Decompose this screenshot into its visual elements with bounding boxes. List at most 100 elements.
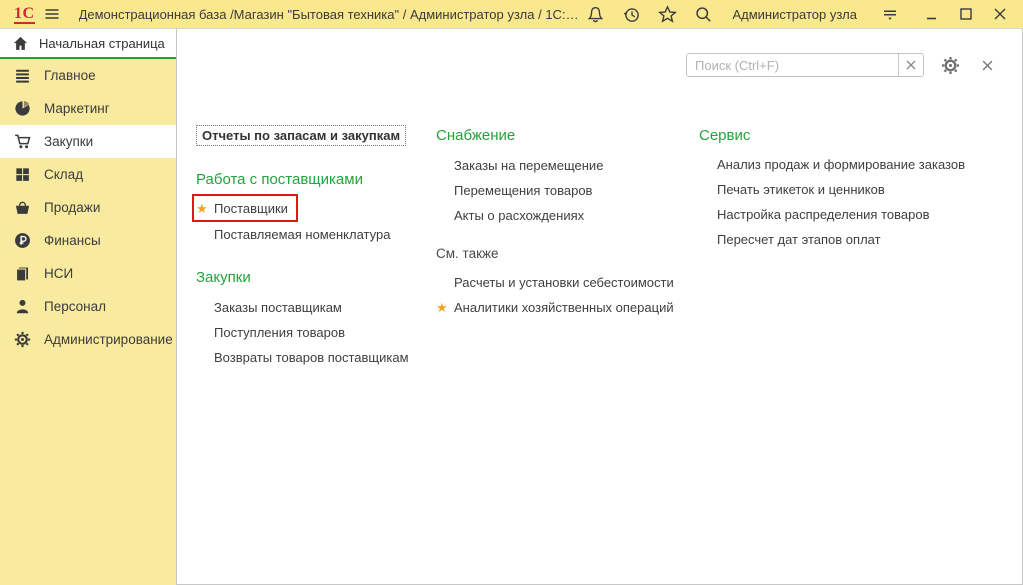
sidebar-item-administrirovanie[interactable]: Администрирование bbox=[0, 323, 176, 356]
sidebar-item-label: Финансы bbox=[44, 233, 101, 248]
minimize-button[interactable] bbox=[919, 2, 945, 26]
close-icon bbox=[992, 6, 1008, 22]
command-link-postupleniya-tovarov[interactable]: Поступления товаров bbox=[196, 320, 434, 345]
home-icon bbox=[12, 35, 29, 52]
window-title: Демонстрационная база /Магазин "Бытовая … bbox=[79, 7, 583, 22]
sidebar-item-label: Администрирование bbox=[44, 332, 173, 347]
command-link-pereschet-dat[interactable]: Пересчет дат этапов оплат bbox=[699, 227, 1023, 252]
service-settings-button[interactable] bbox=[877, 2, 903, 26]
panel-close-button[interactable] bbox=[976, 54, 998, 76]
command-link-postavlyaemaya-nomenklatura[interactable]: Поставляемая номенклатура bbox=[196, 222, 434, 247]
command-link-nastroyka-raspredeleniya[interactable]: Настройка распределения товаров bbox=[699, 202, 1023, 227]
command-label: Пересчет дат этапов оплат bbox=[717, 232, 881, 247]
panel-settings-button[interactable] bbox=[939, 54, 961, 76]
command-label: Настройка распределения товаров bbox=[717, 207, 929, 222]
command-label: Заказы на перемещение bbox=[454, 158, 603, 173]
group-header-see-also: См. также bbox=[436, 246, 694, 261]
books-icon bbox=[14, 265, 31, 282]
command-link-zakazy-na-peremeshchenie[interactable]: Заказы на перемещение bbox=[436, 153, 694, 178]
command-link-akty-o-raskhozhdeniyakh[interactable]: Акты о расхождениях bbox=[436, 203, 694, 228]
clear-x-icon bbox=[906, 60, 916, 70]
command-label: Поступления товаров bbox=[214, 325, 345, 340]
command-link-pechat-etiketok[interactable]: Печать этикеток и ценников bbox=[699, 177, 1023, 202]
main-menu-button[interactable] bbox=[39, 2, 65, 26]
minimize-icon bbox=[924, 6, 940, 22]
command-link-peremeshcheniya-tovarov[interactable]: Перемещения товаров bbox=[436, 178, 694, 203]
command-link-vozvraty-tovarov[interactable]: Возвраты товаров поставщикам bbox=[196, 345, 434, 370]
command-label: Заказы поставщикам bbox=[214, 300, 342, 315]
sidebar-item-sklad[interactable]: Склад bbox=[0, 158, 176, 191]
reports-link[interactable]: Отчеты по запасам и закупкам bbox=[196, 125, 406, 146]
sidebar-item-label: Закупки bbox=[44, 134, 93, 149]
group-header-suppliers-work[interactable]: Работа с поставщиками bbox=[196, 171, 434, 188]
1c-logo: 1С bbox=[14, 5, 35, 24]
notifications-button[interactable] bbox=[582, 2, 608, 26]
maximize-button[interactable] bbox=[953, 2, 979, 26]
global-search-button[interactable] bbox=[690, 2, 716, 26]
maximize-icon bbox=[958, 6, 974, 22]
group-header-servis[interactable]: Сервис bbox=[699, 127, 1023, 144]
command-link-postavshchiki[interactable]: ★ Поставщики bbox=[196, 198, 288, 218]
sidebar-item-label: НСИ bbox=[44, 266, 73, 281]
sidebar-item-label: Персонал bbox=[44, 299, 106, 314]
ruble-icon bbox=[14, 232, 31, 249]
favorite-star-icon[interactable]: ★ bbox=[436, 301, 454, 314]
history-button[interactable] bbox=[618, 2, 644, 26]
bell-icon bbox=[586, 5, 605, 24]
sidebar-item-label: Главное bbox=[44, 68, 96, 83]
sidebar-item-personal[interactable]: Персонал bbox=[0, 290, 176, 323]
command-label: Акты о расхождениях bbox=[454, 208, 584, 223]
sidebar-item-glavnoe[interactable]: Главное bbox=[0, 59, 176, 92]
command-link-raschety-sebestoimosti[interactable]: Расчеты и установки себестоимости bbox=[436, 270, 694, 295]
command-column-3: Сервис Анализ продаж и формирование зака… bbox=[699, 127, 1023, 252]
command-column-2: Снабжение Заказы на перемещение Перемеще… bbox=[436, 127, 694, 320]
close-button[interactable] bbox=[987, 2, 1013, 26]
service-menu-icon bbox=[881, 5, 899, 23]
sidebar-item-label: Продажи bbox=[44, 200, 100, 215]
favorite-star-icon[interactable]: ★ bbox=[196, 202, 214, 215]
command-link-analiz-prodazh[interactable]: Анализ продаж и формирование заказов bbox=[699, 152, 1023, 177]
app-window: 1С Демонстрационная база /Магазин "Бытов… bbox=[0, 0, 1023, 585]
sections-icon bbox=[14, 67, 31, 84]
command-label: Расчеты и установки себестоимости bbox=[454, 275, 674, 290]
titlebar: 1С Демонстрационная база /Магазин "Бытов… bbox=[0, 0, 1023, 28]
command-link-analitiki-operatsiy[interactable]: ★ Аналитики хозяйственных операций bbox=[436, 295, 694, 320]
history-clock-icon bbox=[622, 5, 641, 24]
sidebar-item-home[interactable]: Начальная страница bbox=[0, 28, 176, 59]
command-link-zakazy-postavshchikam[interactable]: Заказы поставщикам bbox=[196, 295, 434, 320]
search-icon bbox=[694, 5, 713, 24]
sidebar-item-label: Маркетинг bbox=[44, 101, 110, 116]
sidebar-item-finansy[interactable]: Финансы bbox=[0, 224, 176, 257]
sidebar-item-marketing[interactable]: Маркетинг bbox=[0, 92, 176, 125]
command-label: Перемещения товаров bbox=[454, 183, 592, 198]
sidebar-item-prodazhi[interactable]: Продажи bbox=[0, 191, 176, 224]
command-label: Анализ продаж и формирование заказов bbox=[717, 157, 965, 172]
group-header-zakupki[interactable]: Закупки bbox=[196, 269, 434, 286]
sidebar-item-zakupki[interactable]: Закупки bbox=[0, 125, 176, 158]
basket-icon bbox=[14, 199, 31, 216]
grid-icon bbox=[14, 166, 31, 183]
favorites-button[interactable] bbox=[654, 2, 680, 26]
sidebar-item-nsi[interactable]: НСИ bbox=[0, 257, 176, 290]
group-header-snabzhenie[interactable]: Снабжение bbox=[436, 127, 694, 144]
search-input[interactable] bbox=[687, 54, 898, 76]
command-label: Аналитики хозяйственных операций bbox=[454, 300, 674, 315]
command-column-1: Отчеты по запасам и закупкам Работа с по… bbox=[196, 125, 434, 370]
pie-icon bbox=[14, 100, 31, 117]
command-label: Поставщики bbox=[214, 201, 288, 216]
sidebar-home-label: Начальная страница bbox=[39, 36, 165, 51]
section-panel: Начальная страница Главное Маркетинг Зак… bbox=[0, 28, 176, 585]
star-icon bbox=[658, 5, 677, 24]
start-page-panel: Отчеты по запасам и закупкам Работа с по… bbox=[176, 28, 1023, 585]
cart-icon bbox=[14, 133, 31, 150]
sidebar-item-label: Склад bbox=[44, 167, 83, 182]
current-user[interactable]: Администратор узла bbox=[732, 7, 857, 22]
hamburger-icon bbox=[43, 5, 61, 23]
search-clear-button[interactable] bbox=[898, 54, 923, 76]
close-icon bbox=[982, 60, 993, 71]
function-search-bar bbox=[686, 53, 998, 77]
gear-icon bbox=[941, 56, 960, 75]
gear-icon bbox=[14, 331, 31, 348]
command-label: Возвраты товаров поставщикам bbox=[214, 350, 409, 365]
command-label: Печать этикеток и ценников bbox=[717, 182, 885, 197]
